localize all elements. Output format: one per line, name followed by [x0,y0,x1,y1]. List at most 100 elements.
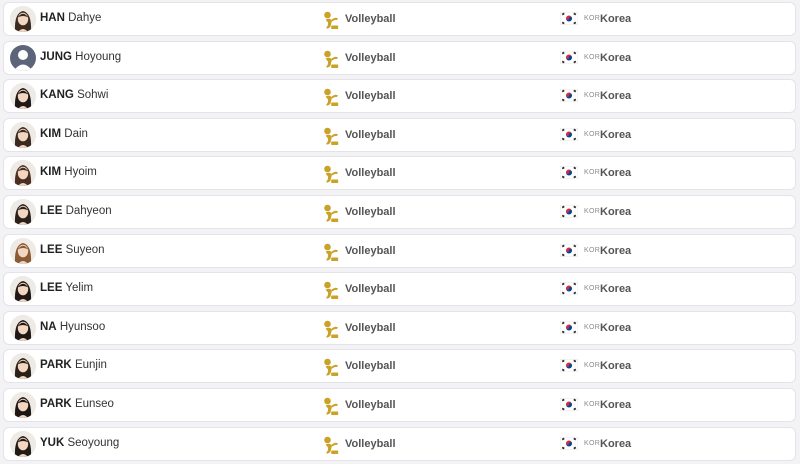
volleyball-pictogram-icon [319,86,341,108]
athlete-name[interactable]: KIM Dain [40,128,88,140]
country-code: KOR [584,15,601,22]
athlete-row[interactable]: HAN Dahye Volleyball KOR Korea [3,2,796,36]
korea-flag-icon [559,204,579,219]
athlete-first-name: Seoyoung [67,436,120,449]
korea-flag-icon [559,436,579,450]
country-name: Korea [600,206,632,218]
korea-flag-icon [559,243,579,257]
korea-flag-icon [559,320,579,335]
athlete-name[interactable]: PARK Eunjin [40,359,107,371]
athlete-list: HAN Dahye Volleyball KOR Korea JUNG Hoyo… [0,0,800,464]
athlete-first-name: Hoyoung [75,50,122,63]
country-code: KOR [584,323,601,331]
sport-name: Volleyball [345,51,396,64]
country-code: KOR [584,401,601,408]
athlete-first-name: Sohwi [77,89,109,102]
country-code: KOR [584,439,601,447]
athlete-last-name: LEE [40,243,63,256]
athlete-name[interactable]: PARK Eunseo [40,398,114,410]
sport-name: Volleyball [345,13,396,25]
country-name: Korea [600,13,632,25]
country-name: Korea [600,321,632,334]
athlete-row[interactable]: NA Hyunsoo Volleyball KOR Korea [3,310,796,345]
country-code: KOR [584,285,601,293]
country-name: Korea [600,167,632,180]
athlete-avatar [10,83,36,110]
country-name: Korea [600,51,632,64]
volleyball-pictogram-icon [319,241,341,263]
country-name: Korea [600,283,632,296]
athlete-avatar [10,199,36,225]
athlete-first-name: Suyeon [65,243,105,256]
korea-flag-icon [559,127,579,142]
athlete-last-name: PARK [40,398,72,410]
athlete-name[interactable]: KIM Hyoim [40,166,97,178]
athlete-name[interactable]: NA Hyunsoo [40,321,105,333]
athlete-first-name: Dahyeon [65,205,112,217]
athlete-name[interactable]: YUK Seoyoung [40,437,119,449]
sport-name: Volleyball [345,244,396,257]
athlete-avatar [10,121,36,148]
athlete-name[interactable]: JUNG Hoyoung [40,51,121,63]
sport-name: Volleyball [345,283,396,296]
country-name: Korea [600,128,632,141]
country-code: KOR [584,53,601,61]
country-code: KOR [584,169,601,177]
athlete-row[interactable]: PARK Eunjin Volleyball KOR Korea [3,349,796,384]
volleyball-pictogram-icon [319,356,341,378]
athlete-avatar [10,6,36,32]
athlete-name[interactable]: LEE Yelim [40,282,93,294]
athlete-last-name: LEE [40,282,63,295]
athlete-row[interactable]: LEE Suyeon Volleyball KOR Korea [3,233,796,268]
athlete-last-name: PARK [40,359,72,372]
athlete-avatar [10,430,36,457]
athlete-avatar [10,237,36,264]
athlete-avatar [10,353,36,380]
volleyball-pictogram-icon [319,125,341,147]
athlete-row[interactable]: LEE Dahyeon Volleyball KOR Korea [3,195,796,229]
athlete-row[interactable]: KANG Sohwi Volleyball KOR Korea [3,79,796,114]
athlete-first-name: Hyunsoo [59,320,106,333]
athlete-last-name: KIM [40,127,62,140]
athlete-name[interactable]: LEE Dahyeon [40,205,112,217]
country-code: KOR [584,246,601,254]
korea-flag-icon [559,359,579,373]
athlete-last-name: NA [40,320,57,333]
volleyball-pictogram-icon [319,318,341,340]
sport-name: Volleyball [345,128,396,141]
sport-name: Volleyball [345,167,396,180]
volleyball-pictogram-icon [319,163,341,185]
athlete-name[interactable]: HAN Dahye [40,12,101,24]
country-name: Korea [600,437,632,450]
country-name: Korea [600,399,632,411]
athlete-row[interactable]: JUNG Hoyoung Volleyball KOR Korea [3,40,796,75]
country-code: KOR [584,92,601,100]
volleyball-pictogram-icon [319,202,341,224]
korea-flag-icon [559,11,579,26]
volleyball-pictogram-icon [319,395,341,417]
athlete-row[interactable]: KIM Dain Volleyball KOR Korea [3,117,796,152]
athlete-row[interactable]: YUK Seoyoung Volleyball KOR Korea [3,426,796,461]
athlete-avatar [10,314,36,341]
volleyball-pictogram-icon [319,434,341,456]
athlete-row[interactable]: PARK Eunseo Volleyball KOR Korea [3,388,796,422]
korea-flag-icon [559,166,579,180]
country-code: KOR [584,362,601,370]
korea-flag-icon [559,88,579,103]
athlete-name[interactable]: LEE Suyeon [40,244,105,256]
athlete-last-name: LEE [40,205,63,217]
volleyball-pictogram-icon [319,279,341,301]
sport-name: Volleyball [345,206,396,218]
country-name: Korea [600,90,632,103]
athlete-avatar [10,160,36,187]
athlete-last-name: KANG [40,89,74,102]
athlete-row[interactable]: LEE Yelim Volleyball KOR Korea [3,272,796,307]
korea-flag-icon [559,397,579,412]
korea-flag-icon [559,50,579,64]
athlete-row[interactable]: KIM Hyoim Volleyball KOR Korea [3,156,796,191]
avatar-placeholder-icon [10,44,36,71]
sport-name: Volleyball [345,437,396,450]
athlete-avatar [10,392,36,418]
athlete-name[interactable]: KANG Sohwi [40,89,108,101]
athlete-first-name: Eunseo [74,398,114,410]
